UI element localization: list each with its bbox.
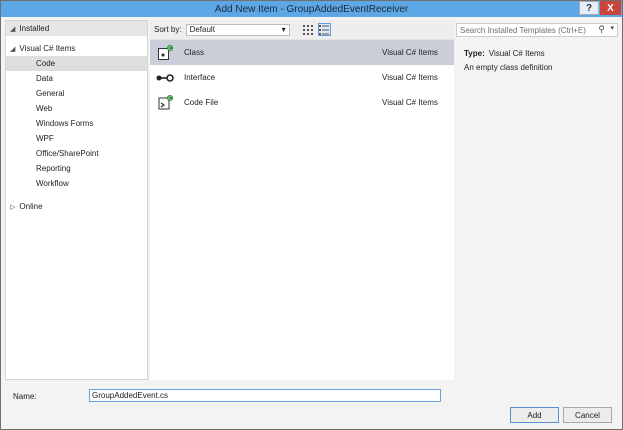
tree-item-label: General — [36, 89, 65, 98]
add-new-item-dialog: Add New Item - GroupAddedEventReceiver ?… — [0, 0, 623, 430]
sort-by-label: Sort by: — [154, 25, 182, 34]
template-list-pane: Sort by: Default ▾ C Class Visual C# Ite… — [150, 20, 454, 380]
search-icon[interactable]: ⚲ — [598, 24, 605, 35]
template-language: Visual C# Items — [382, 48, 438, 57]
template-details: Type: Visual C# Items An empty class def… — [464, 46, 614, 74]
search-templates-input[interactable]: Search Installed Templates (Ctrl+E) ⚲ ▾ — [456, 23, 618, 37]
tree-item-label: Web — [36, 104, 53, 113]
interface-icon — [156, 69, 174, 87]
tree-item-label: Workflow — [36, 179, 69, 188]
expand-triangle-icon[interactable]: ◢ — [10, 45, 15, 53]
template-description: An empty class definition — [464, 62, 553, 72]
type-value: Visual C# Items — [488, 48, 545, 58]
tree-item-wpf[interactable]: WPF — [6, 131, 147, 146]
tree-item-label: Office/SharePoint — [36, 149, 99, 158]
list-view-button[interactable] — [317, 23, 331, 36]
installed-label: Installed — [19, 24, 50, 33]
expand-triangle-icon[interactable]: ▷ — [10, 203, 15, 211]
medium-icons-view-button[interactable] — [302, 23, 315, 36]
class-icon: C — [156, 44, 174, 62]
close-icon: X — [607, 2, 614, 14]
tree-item-workflow[interactable]: Workflow — [6, 176, 147, 191]
tree-item-label: Reporting — [36, 164, 71, 173]
installed-header[interactable]: ◢ Installed — [6, 21, 147, 36]
help-button[interactable]: ? — [579, 1, 599, 15]
collapse-triangle-icon[interactable]: ◢ — [10, 25, 15, 33]
template-row-class[interactable]: C Class Visual C# Items — [150, 40, 454, 65]
type-label: Type: — [464, 48, 485, 58]
template-language: Visual C# Items — [382, 73, 438, 82]
sort-by-dropdown[interactable]: Default ▾ — [185, 23, 290, 36]
category-tree: ◢ Installed ◢ Visual C# Items Code Data … — [5, 20, 148, 380]
name-field[interactable]: GroupAddedEvent.cs — [89, 389, 441, 402]
template-row-interface[interactable]: Interface Visual C# Items — [150, 65, 454, 90]
template-row-code-file[interactable]: C Code File Visual C# Items — [150, 90, 454, 115]
add-button[interactable]: Add — [510, 407, 559, 423]
tree-item-online[interactable]: ▷ Online — [6, 199, 147, 214]
template-language: Visual C# Items — [382, 98, 438, 107]
tree-item-label: Code — [36, 59, 56, 68]
tree-item-windows-forms[interactable]: Windows Forms — [6, 116, 147, 131]
tree-item-general[interactable]: General — [6, 86, 147, 101]
template-toolbar: Sort by: Default ▾ — [150, 20, 454, 40]
chevron-down-icon: ▾ — [281, 25, 286, 34]
type-line: Type: Visual C# Items — [464, 46, 614, 60]
window-title: Add New Item - GroupAddedEventReceiver — [214, 3, 409, 15]
tree-item-label: Online — [19, 202, 43, 211]
tree-item-label: Windows Forms — [36, 119, 94, 128]
tree-item-web[interactable]: Web — [6, 101, 147, 116]
title-bar: Add New Item - GroupAddedEventReceiver ?… — [1, 1, 622, 17]
tree-item-data[interactable]: Data — [6, 71, 147, 86]
tree-item-office-sharepoint[interactable]: Office/SharePoint — [6, 146, 147, 161]
bottom-bar: Name: GroupAddedEvent.cs Add Cancel — [1, 381, 622, 429]
tree-item-code[interactable]: Code — [6, 56, 147, 71]
tree-item-label: Visual C# Items — [19, 44, 76, 53]
tree-item-reporting[interactable]: Reporting — [6, 161, 147, 176]
svg-text:C: C — [168, 46, 172, 52]
sort-by-value: Default — [189, 25, 215, 34]
list-view-icon — [319, 24, 330, 35]
grid-view-icon — [303, 24, 314, 35]
tree-item-visual-csharp[interactable]: ◢ Visual C# Items — [6, 41, 147, 56]
tree-item-label: WPF — [36, 134, 54, 143]
svg-text:C: C — [168, 96, 172, 102]
search-placeholder: Search Installed Templates (Ctrl+E) — [460, 25, 586, 35]
help-icon: ? — [585, 2, 593, 14]
close-button[interactable]: X — [600, 1, 621, 15]
chevron-down-icon[interactable]: ▾ — [610, 24, 614, 32]
code-file-icon: C — [156, 94, 174, 112]
name-label: Name: — [13, 392, 37, 401]
cancel-button[interactable]: Cancel — [563, 407, 612, 423]
tree-item-label: Data — [36, 74, 53, 83]
